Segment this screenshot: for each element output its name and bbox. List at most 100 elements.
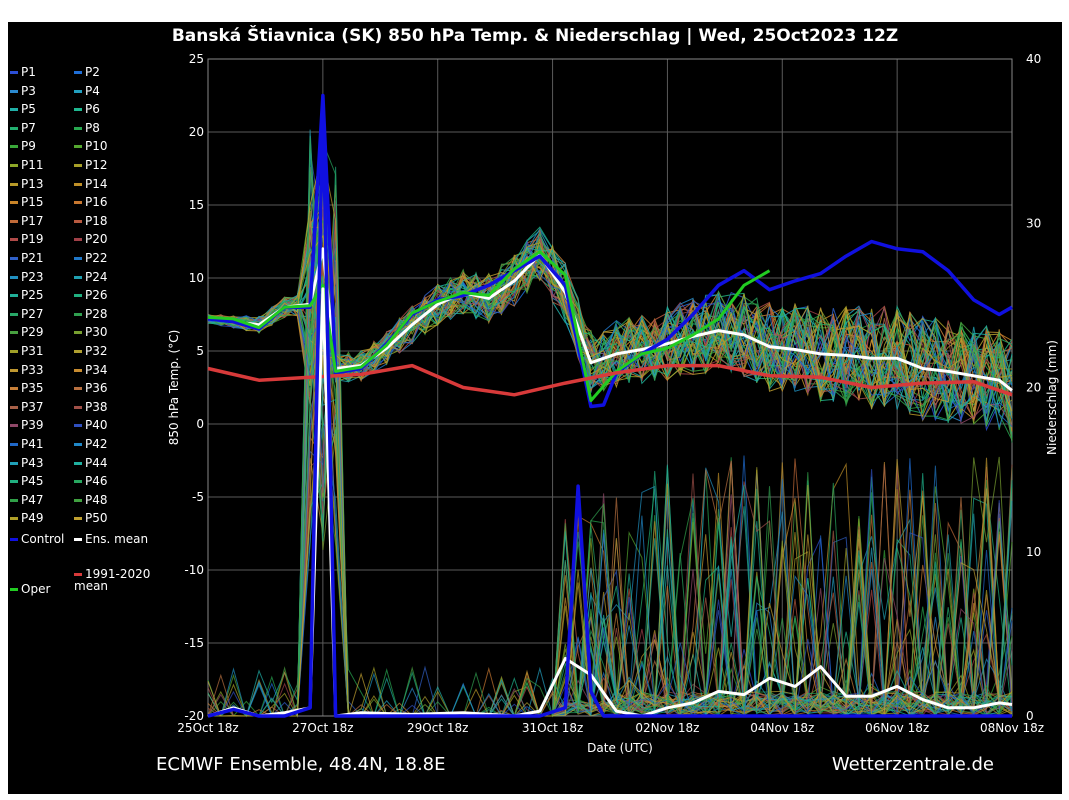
legend-label: Ens. mean: [85, 532, 149, 546]
legend-swatch: [10, 108, 18, 112]
legend-item-p34: P34: [74, 363, 108, 377]
legend-label: P38: [85, 399, 108, 414]
y-right-axis-title: Niederschlag (mm): [1045, 340, 1059, 455]
legend-swatch: [74, 275, 82, 279]
legend-label: P24: [85, 269, 108, 284]
legend-item-p1: P1: [10, 65, 36, 79]
legend-item-p8: P8: [74, 121, 100, 135]
legend-swatch: [74, 294, 82, 298]
legend-swatch: [74, 89, 82, 93]
legend-item-p4: P4: [74, 84, 100, 98]
legend-item-p44: P44: [74, 456, 108, 470]
x-tick-label: 27Oct 18z: [292, 721, 353, 735]
chart-legend: P1 P2 P3 P4 P5 P6 P7 P8 P9 P10 P11 P12 P13 P14 P15 P16 P…: [8, 22, 178, 642]
x-tick-label: 02Nov 18z: [635, 721, 699, 735]
legend-label: P26: [85, 288, 108, 303]
legend-item-p43: P43: [10, 456, 44, 470]
x-tick-label: 06Nov 18z: [865, 721, 929, 735]
legend-label: P48: [85, 492, 108, 507]
footer-source-label: Wetterzentrale.de: [831, 754, 994, 775]
legend-label: P35: [21, 381, 44, 396]
legend-swatch: [10, 257, 18, 260]
legend-item-p24: P24: [74, 270, 108, 284]
legend-item-p32: P32: [74, 344, 108, 358]
legend-swatch: [10, 350, 18, 353]
legend-swatch: [10, 461, 18, 465]
legend-item-p28: P28: [74, 307, 108, 321]
legend-label: P21: [21, 251, 44, 265]
legend-label: P4: [85, 83, 100, 98]
legend-label: P27: [21, 306, 44, 321]
legend-item-p20: P20: [74, 232, 108, 246]
legend-item-p18: P18: [74, 214, 108, 228]
legend-swatch: [74, 461, 82, 465]
legend-swatch: [74, 164, 82, 167]
legend-swatch: [74, 387, 82, 391]
legend-swatch: [10, 238, 18, 242]
legend-item-p10: P10: [74, 139, 108, 153]
legend-swatch: [10, 443, 18, 446]
legend-item-p49: P49: [10, 511, 44, 525]
legend-item-p14: P14: [74, 177, 108, 191]
legend-label: P29: [21, 325, 44, 340]
legend-label: P32: [85, 344, 108, 358]
legend-label: P23: [21, 269, 44, 284]
legend-swatch: [74, 145, 82, 149]
legend-label: P28: [85, 306, 108, 321]
legend-label: P46: [85, 474, 108, 489]
legend-swatch: [74, 182, 82, 186]
legend-item-ens-mean: Ens. mean: [74, 533, 148, 545]
y-tick-label: 10: [189, 271, 204, 285]
legend-swatch: [74, 480, 82, 484]
legend-swatch: [10, 588, 18, 591]
legend-item-p46: P46: [74, 474, 108, 488]
legend-label: P2: [85, 65, 100, 79]
footer-model-label: ECMWF Ensemble, 48.4N, 18.8E: [156, 754, 446, 775]
legend-label: P34: [85, 362, 108, 377]
legend-item-p31: P31: [10, 344, 44, 358]
legend-item-p40: P40: [74, 418, 108, 432]
x-tick-label: 25Oct 18z: [177, 721, 238, 735]
legend-label: P42: [85, 437, 108, 451]
legend-swatch: [10, 405, 18, 409]
y-right-tick-label: 30: [1026, 216, 1041, 230]
x-tick-label: 04Nov 18z: [750, 721, 814, 735]
legend-swatch: [10, 480, 18, 484]
legend-swatch: [10, 424, 18, 428]
legend-item-p15: P15: [10, 195, 44, 209]
legend-item-p26: P26: [74, 288, 108, 302]
legend-swatch: [10, 164, 18, 167]
legend-swatch: [10, 498, 18, 502]
legend-item-p48: P48: [74, 493, 108, 507]
chart-frame: Banská Štiavnica (SK) 850 hPa Temp. & Ni…: [8, 22, 1062, 794]
legend-swatch: [10, 517, 18, 521]
legend-swatch: [74, 517, 82, 521]
legend-item-p50: P50: [74, 511, 108, 525]
legend-label: P31: [21, 344, 44, 358]
y-tick-label: 5: [196, 344, 204, 358]
legend-label: P18: [85, 213, 108, 228]
legend-item-p38: P38: [74, 400, 108, 414]
x-axis-title: Date (UTC): [587, 741, 653, 755]
legend-swatch: [10, 89, 18, 93]
legend-item-climate-mean: 1991-2020 mean: [74, 568, 150, 592]
legend-item-p19: P19: [10, 232, 44, 246]
legend-item-oper: Oper: [10, 583, 50, 595]
legend-item-p41: P41: [10, 437, 44, 451]
legend-item-p45: P45: [10, 474, 44, 488]
legend-item-p9: P9: [10, 139, 36, 153]
legend-label: P47: [21, 492, 44, 507]
legend-item-p23: P23: [10, 270, 44, 284]
legend-label: P33: [21, 362, 44, 377]
legend-item-p27: P27: [10, 307, 44, 321]
legend-label: P40: [85, 418, 108, 433]
x-tick-label: 08Nov 18z: [980, 721, 1044, 735]
legend-label: P9: [21, 139, 36, 154]
legend-swatch: [74, 443, 82, 446]
legend-label: P8: [85, 120, 100, 135]
legend-swatch: [10, 368, 18, 372]
legend-label: P49: [21, 511, 44, 526]
legend-label: 1991-2020 mean: [74, 567, 151, 593]
legend-swatch: [74, 219, 82, 223]
legend-label: P45: [21, 474, 44, 489]
